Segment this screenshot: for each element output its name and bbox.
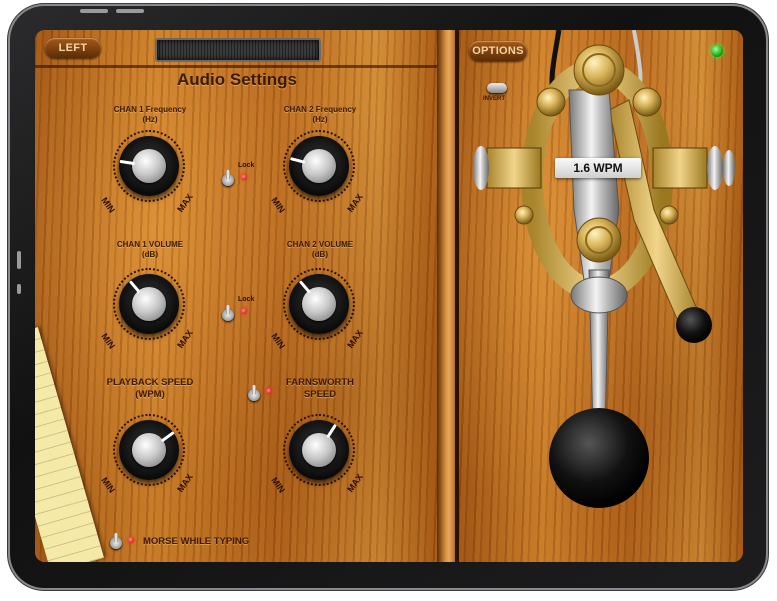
morse-while-typing-label: MORSE WHILE TYPING [143, 536, 250, 547]
topbar-divider [35, 65, 439, 68]
chan1-volume-label: CHAN 1 VOLUME (dB) [116, 240, 184, 259]
side-button [17, 251, 21, 269]
farnsworth-label: FARNSWORTH SPEED [285, 377, 355, 400]
side-button-2 [17, 284, 21, 294]
chan2-frequency-knob[interactable] [283, 130, 355, 202]
chan2-freq-label: CHAN 2 Frequency (Hz) [283, 105, 357, 124]
lcd-display [155, 38, 321, 62]
app-screen: LEFT Audio Settings CHAN 1 Frequency (Hz)… [35, 30, 743, 562]
left-contact [486, 147, 542, 189]
volume-lock-toggle[interactable] [221, 305, 235, 323]
top-button [80, 9, 108, 13]
farnsworth-speed-knob[interactable] [283, 414, 355, 486]
volume-lock-led [241, 308, 247, 314]
top-button-2 [116, 9, 144, 13]
morse-while-typing-led [128, 537, 134, 543]
morse-while-typing-toggle[interactable] [109, 533, 123, 551]
playback-speed-knob[interactable] [113, 414, 185, 486]
left-button[interactable]: LEFT [45, 38, 101, 58]
lock-label: Lock [238, 162, 255, 169]
telegraph-key-panel: OPTIONS INVERT 1.6 WPM [459, 30, 743, 562]
telegraph-key[interactable] [459, 30, 743, 562]
playback-speed-label: PLAYBACK SPEED (WPM) [106, 377, 194, 400]
chan1-volume-knob[interactable] [113, 268, 185, 340]
left-screw [473, 146, 489, 190]
chan1-freq-label: CHAN 1 Frequency (Hz) [113, 105, 187, 124]
right-contact [652, 147, 708, 189]
right-screw [707, 146, 723, 190]
frequency-lock-toggle[interactable] [221, 170, 235, 188]
audio-settings-panel: LEFT Audio Settings CHAN 1 Frequency (Hz)… [35, 30, 439, 562]
middle-brass-knob [576, 217, 622, 263]
chan1-frequency-knob[interactable] [113, 130, 185, 202]
frequency-lock-led [241, 174, 247, 180]
key-paddle [549, 408, 649, 508]
lock-label: Lock [238, 296, 255, 303]
settings-title: Audio Settings [177, 70, 297, 89]
speed-display: 1.6 WPM [555, 158, 641, 178]
farnsworth-toggle[interactable] [247, 385, 261, 403]
farnsworth-led [266, 388, 272, 394]
chan2-volume-label: CHAN 2 VOLUME (dB) [286, 240, 354, 259]
top-brass-knob [573, 44, 625, 96]
notepad-paper [35, 327, 105, 562]
dash-paddle [676, 307, 712, 343]
chan2-volume-knob[interactable] [283, 268, 355, 340]
